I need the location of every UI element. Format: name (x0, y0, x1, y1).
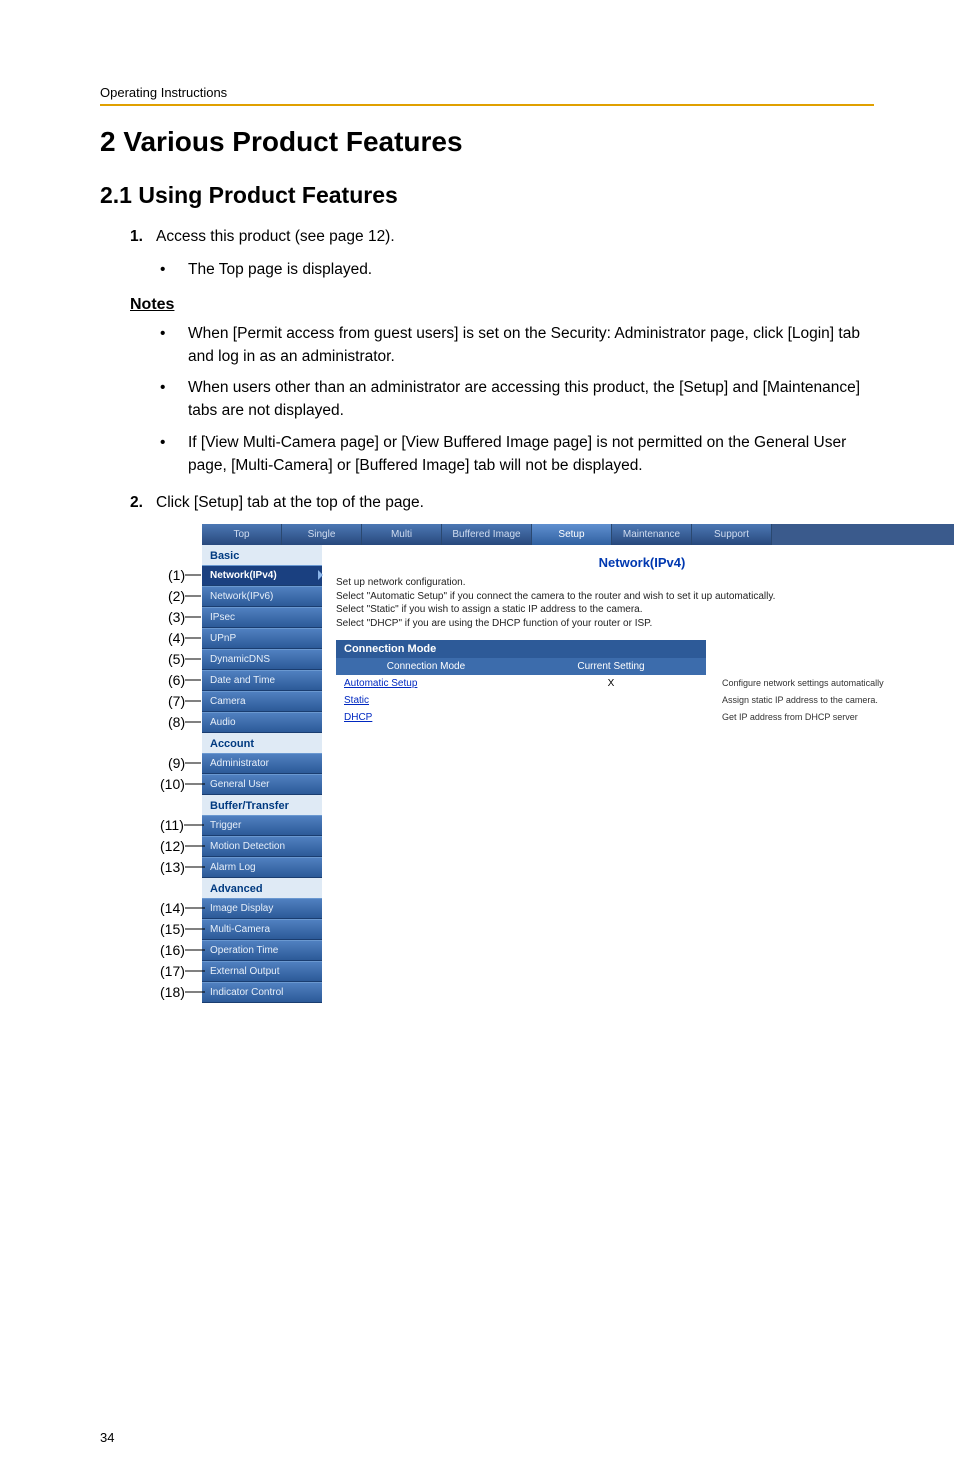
th-mode: Connection Mode (336, 658, 516, 675)
sidebar-item-ipsec[interactable]: IPsec (202, 607, 322, 628)
sidebar-item-multi-camera[interactable]: Multi-Camera (202, 919, 322, 940)
callout-3: (3) (168, 609, 185, 625)
tab-top[interactable]: Top (202, 524, 282, 545)
callout-15: (15) (160, 921, 185, 937)
note-text: When [Permit access from guest users] is… (188, 322, 874, 369)
sidebar-item-image-display[interactable]: Image Display (202, 898, 322, 919)
step-number: 1. (130, 225, 156, 248)
sidebar-item-administrator[interactable]: Administrator (202, 753, 322, 774)
callout-4: (4) (168, 630, 185, 646)
running-header: Operating Instructions (100, 85, 874, 106)
content-panel: Network(IPv4) Set up network configurati… (322, 545, 954, 1003)
step-number: 2. (130, 491, 156, 514)
mode-link[interactable]: Static (344, 695, 369, 706)
mode-note: Configure network settings automatically (706, 675, 892, 692)
sidebar-item-external-output[interactable]: External Output (202, 961, 322, 982)
sidebar-item-audio[interactable]: Audio (202, 712, 322, 733)
section-title: 2.1 Using Product Features (100, 182, 874, 209)
page-number: 34 (100, 1430, 114, 1445)
callout-6: (6) (168, 672, 185, 688)
sidebar-item-operation-time[interactable]: Operation Time (202, 940, 322, 961)
bullet: • (160, 376, 188, 423)
sidebar-item-dynamicdns[interactable]: DynamicDNS (202, 649, 322, 670)
sidebar-category: Account (202, 733, 322, 753)
chapter-title: 2 Various Product Features (100, 126, 874, 158)
callout-7: (7) (168, 693, 185, 709)
sidebar-item-trigger[interactable]: Trigger (202, 815, 322, 836)
callout-2: (2) (168, 588, 185, 604)
callout-14: (14) (160, 900, 185, 916)
sidebar-category: Advanced (202, 878, 322, 898)
th-current: Current Setting (516, 658, 706, 675)
sidebar-category: Buffer/Transfer (202, 795, 322, 815)
sidebar-item-date-and-time[interactable]: Date and Time (202, 670, 322, 691)
current-cell (516, 709, 706, 726)
callout-10: (10) (160, 776, 185, 792)
current-cell: X (516, 675, 706, 692)
callout-17: (17) (160, 963, 185, 979)
sidebar: BasicNetwork(IPv4)Network(IPv6)IPsecUPnP… (202, 545, 322, 1003)
callout-13: (13) (160, 859, 185, 875)
sidebar-item-general-user[interactable]: General User (202, 774, 322, 795)
tab-setup[interactable]: Setup (532, 524, 612, 545)
bullet: • (160, 322, 188, 369)
sidebar-item-network-ipv6-[interactable]: Network(IPv6) (202, 586, 322, 607)
sidebar-item-indicator-control[interactable]: Indicator Control (202, 982, 322, 1003)
callout-12: (12) (160, 838, 185, 854)
sidebar-item-alarm-log[interactable]: Alarm Log (202, 857, 322, 878)
callout-18: (18) (160, 984, 185, 1000)
sidebar-item-upnp[interactable]: UPnP (202, 628, 322, 649)
callout-9: (9) (168, 755, 185, 771)
mode-link[interactable]: Automatic Setup (344, 678, 417, 689)
note-text: When users other than an administrator a… (188, 376, 874, 423)
bullet: • (160, 431, 188, 478)
notes-heading: Notes (130, 296, 874, 314)
mode-link[interactable]: DHCP (344, 712, 372, 723)
note-text: If [View Multi-Camera page] or [View Buf… (188, 431, 874, 478)
mode-note: Assign static IP address to the camera. (706, 692, 892, 709)
sidebar-item-camera[interactable]: Camera (202, 691, 322, 712)
bullet: • (160, 258, 188, 281)
callout-1: (1) (168, 567, 185, 583)
tab-maintenance[interactable]: Maintenance (612, 524, 692, 545)
tab-buffered-image[interactable]: Buffered Image (442, 524, 532, 545)
step-text: Access this product (see page 12). (156, 225, 395, 248)
mode-note: Get IP address from DHCP server (706, 709, 892, 726)
sidebar-item-network-ipv4-[interactable]: Network(IPv4) (202, 565, 322, 586)
content-title: Network(IPv4) (336, 555, 948, 570)
tab-support[interactable]: Support (692, 524, 772, 545)
sidebar-item-motion-detection[interactable]: Motion Detection (202, 836, 322, 857)
callout-16: (16) (160, 942, 185, 958)
bullet-text: The Top page is displayed. (188, 258, 372, 281)
screenshot: (1)(2)(3)(4)(5)(6)(7)(8)(9)(10)(11)(12)(… (202, 524, 954, 1003)
connection-mode-heading: Connection Mode (336, 640, 706, 658)
tab-multi[interactable]: Multi (362, 524, 442, 545)
connection-mode-table: Connection Mode Current Setting Automati… (336, 658, 892, 726)
callout-11: (11) (160, 817, 184, 833)
content-description: Set up network configuration.Select "Aut… (336, 576, 948, 630)
tab-single[interactable]: Single (282, 524, 362, 545)
tab-bar: TopSingleMultiBuffered ImageSetupMainten… (202, 524, 954, 545)
callout-8: (8) (168, 714, 185, 730)
current-cell (516, 692, 706, 709)
callout-5: (5) (168, 651, 185, 667)
sidebar-category: Basic (202, 545, 322, 565)
step-text: Click [Setup] tab at the top of the page… (156, 491, 424, 514)
